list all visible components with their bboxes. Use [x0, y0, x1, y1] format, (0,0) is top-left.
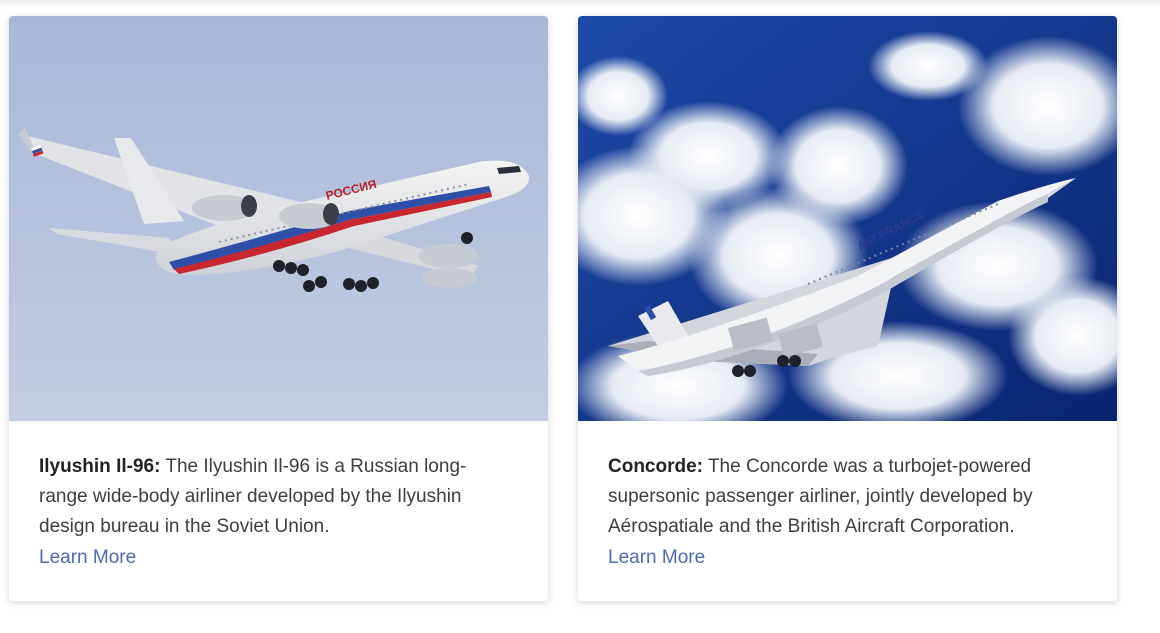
aircraft-name: Concorde:	[608, 456, 703, 477]
aircraft-card-concorde: AIR FRANCE Concorde: The Concorde was a …	[578, 16, 1117, 601]
learn-more-link[interactable]: Learn More	[608, 543, 1078, 573]
learn-more-link[interactable]: Learn More	[39, 543, 509, 573]
concorde-card-body: Concorde: The Concorde was a turbojet-po…	[608, 452, 1078, 573]
page-top-shadow	[0, 0, 1160, 6]
il96-card-body: Ilyushin Il-96: The Ilyushin Il-96 is a …	[39, 452, 509, 573]
aircraft-name: Ilyushin Il-96:	[39, 456, 161, 477]
concorde-photo: AIR FRANCE	[578, 16, 1117, 421]
il96-photo: РОССИЯ	[9, 16, 548, 421]
aircraft-card-il96: РОССИЯ Ilyushin Il-96: The Ilyushin Il-9…	[9, 16, 548, 601]
